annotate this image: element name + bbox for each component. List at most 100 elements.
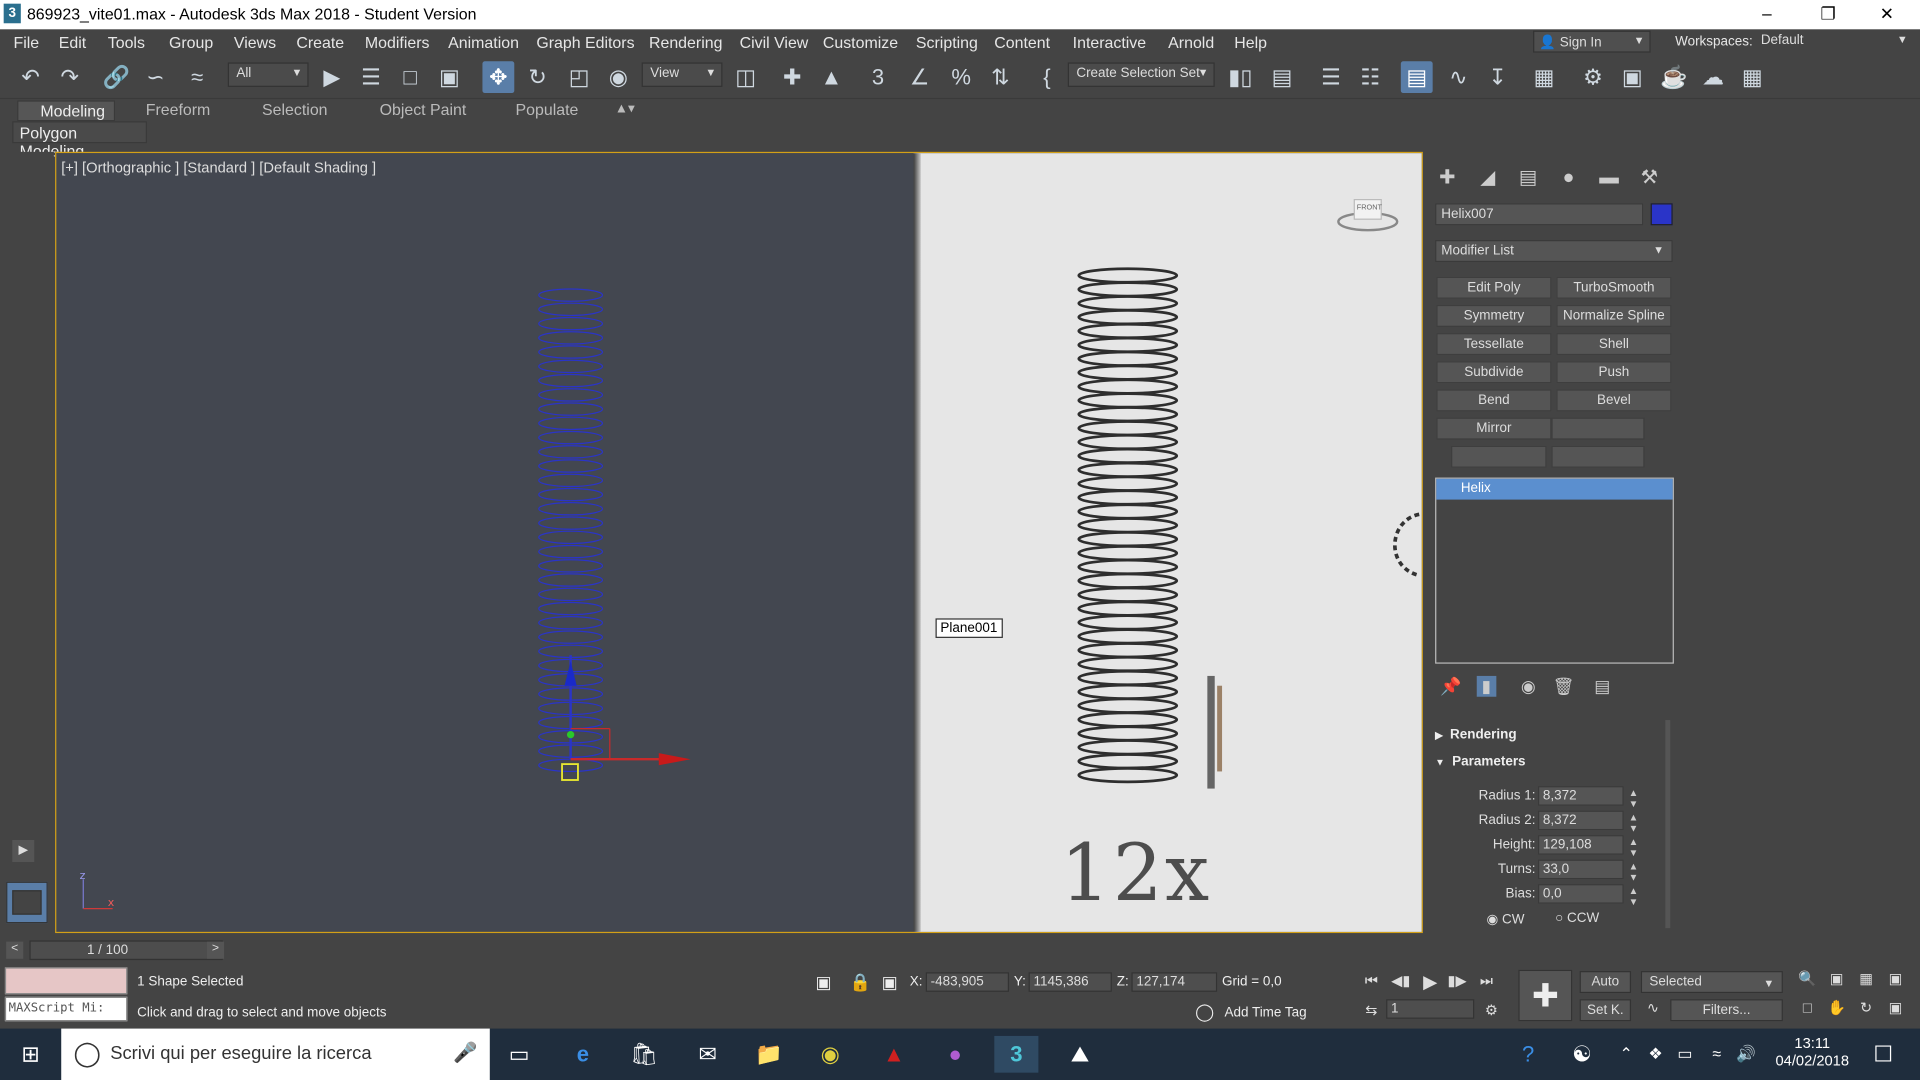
y-coord-field[interactable]: 1145,386 (1028, 972, 1112, 992)
viewport-label[interactable]: [+] [Orthographic ] [Standard ] [Default… (61, 159, 376, 176)
modifier-button-edit-poly[interactable]: Edit Poly (1436, 276, 1552, 299)
key-filter-dropdown[interactable]: Selected ▼ (1640, 971, 1783, 994)
param-value-field[interactable]: 0,0 (1537, 884, 1624, 904)
material-editor-icon[interactable]: ▦ (1528, 61, 1560, 93)
polygon-modeling-panel[interactable]: Polygon Modeling (12, 121, 147, 160)
zoom-icon[interactable]: 🔍 (1795, 970, 1819, 992)
acrobat-icon[interactable]: ▲ (872, 1036, 916, 1073)
named-selection-set-dropdown[interactable]: Create Selection Set ▼ (1067, 62, 1215, 87)
modifier-list-dropdown[interactable]: Modifier List ▼ (1435, 240, 1673, 263)
select-object-icon[interactable]: ▶ (316, 61, 348, 93)
menu-content[interactable]: Content (994, 33, 1050, 51)
tab-modeling[interactable]: Modeling (17, 100, 116, 122)
tab-selection[interactable]: Selection (262, 100, 327, 118)
ribbon-options-icon[interactable]: ▲▾ (615, 100, 635, 117)
next-frame-icon[interactable]: ▮▶ (1445, 972, 1469, 994)
reference-coordinate-dropdown[interactable]: View ▼ (641, 62, 723, 87)
redo-icon[interactable]: ↷ (54, 61, 86, 93)
viewport[interactable]: [+] [Orthographic ] [Standard ] [Default… (55, 151, 1423, 934)
param-value-field[interactable]: 8,372 (1537, 786, 1624, 806)
maxscript-mini-listener[interactable]: MAXScript Mi: (4, 996, 128, 1022)
filters-button[interactable]: Filters... (1670, 999, 1783, 1022)
select-and-place-icon[interactable]: ◉ (602, 61, 634, 93)
select-and-move-icon[interactable]: ✥ (482, 61, 515, 94)
zoom-all-icon[interactable]: ▣ (1825, 970, 1849, 992)
maxscript-listener-pink[interactable] (4, 967, 128, 995)
menu-create[interactable]: Create (296, 33, 344, 51)
curve-editor-icon[interactable]: ∿ (1442, 61, 1474, 93)
menu-rendering[interactable]: Rendering (649, 33, 722, 51)
show-end-result-icon[interactable]: ▮ (1476, 675, 1496, 697)
expand-layout-icon[interactable]: ▶ (12, 840, 35, 863)
time-prev-button[interactable]: < (6, 941, 24, 959)
snaps-toggle-icon[interactable]: 3 (862, 61, 894, 93)
helix-object[interactable] (522, 288, 718, 790)
taskbar-search-box[interactable]: ◯ Scrivi qui per eseguire la ricerca 🎤 (61, 1028, 490, 1080)
action-center-icon[interactable]: ☐ (1861, 1036, 1905, 1073)
set-key-button[interactable]: Set K. (1579, 999, 1632, 1022)
workspace-dropdown[interactable]: Default ▼ (1755, 30, 1913, 53)
bind-space-warp-icon[interactable]: ≈ (181, 61, 213, 93)
undo-icon[interactable]: ↶ (15, 61, 47, 93)
menu-help[interactable]: Help (1234, 33, 1267, 51)
file-explorer-icon[interactable]: 📁 (747, 1036, 791, 1073)
rectangular-selection-icon[interactable]: □ (394, 61, 426, 93)
parameters-rollout[interactable]: ▼ Parameters (1435, 754, 1665, 776)
play-icon[interactable]: ▶ (1418, 971, 1442, 993)
zoom-extents-icon[interactable]: ▦ (1854, 970, 1878, 992)
minimize-button[interactable]: – (1739, 0, 1795, 29)
utilities-tab-icon[interactable]: ⚒ (1635, 164, 1664, 193)
microphone-icon[interactable]: 🎤 (453, 1041, 477, 1065)
render-shortcuts-icon[interactable]: ▦ (1736, 61, 1768, 93)
remove-modifier-icon[interactable]: 🗑 (1553, 676, 1575, 697)
configure-modifier-sets-icon[interactable]: ▤ (1594, 676, 1610, 697)
command-panel-scrollbar[interactable] (1665, 720, 1671, 929)
time-next-button[interactable]: > (206, 941, 225, 959)
tab-object-paint[interactable]: Object Paint (380, 100, 467, 118)
spinner-snap-icon[interactable]: ⇅ (984, 61, 1016, 93)
set-key-icon[interactable]: ✚ (1518, 969, 1573, 1022)
task-view-icon[interactable]: ▭ (497, 1036, 541, 1073)
reference-image-plane[interactable]: 12x (913, 153, 1422, 932)
align-icon[interactable]: ▤ (1266, 61, 1298, 93)
time-slider[interactable]: < 1 / 100 > (6, 940, 225, 961)
modifier-button-subdivide[interactable]: Subdivide (1436, 361, 1552, 384)
select-by-name-icon[interactable]: ☰ (355, 61, 387, 93)
menu-interactive[interactable]: Interactive (1073, 33, 1146, 51)
current-frame-field[interactable]: 1 (1386, 999, 1475, 1019)
menu-graph-editors[interactable]: Graph Editors (536, 33, 634, 51)
render-production-icon[interactable]: ☕ (1658, 61, 1690, 93)
modifier-button-mirror[interactable]: Mirror (1436, 417, 1552, 440)
menu-file[interactable]: File (13, 33, 39, 51)
volume-icon[interactable]: 🔊 (1724, 1036, 1768, 1073)
edge-browser-icon[interactable]: e (561, 1036, 605, 1073)
close-button[interactable]: ✕ (1859, 0, 1915, 29)
spinner-icon[interactable]: ▲ ▼ (1629, 836, 1639, 858)
clock[interactable]: 13:11 04/02/2018 (1763, 1035, 1861, 1069)
3ds-max-taskbar-icon[interactable]: 3 (994, 1035, 1039, 1073)
modifier-button-push[interactable]: Push (1556, 361, 1672, 384)
menu-views[interactable]: Views (234, 33, 276, 51)
modifier-button-bend[interactable]: Bend (1436, 389, 1552, 412)
spinner-icon[interactable]: ▲ ▼ (1629, 787, 1639, 809)
absolute-mode-icon[interactable]: ▣ (882, 972, 898, 993)
modifier-button-tessellate[interactable]: Tessellate (1436, 333, 1552, 356)
scene-explorer-icon[interactable]: ☰ (1315, 61, 1347, 93)
menu-tools[interactable]: Tools (108, 33, 145, 51)
display-tab-icon[interactable]: ▬ (1594, 164, 1623, 193)
stack-item-helix[interactable]: Helix (1436, 478, 1673, 500)
render-setup-icon[interactable]: ⚙ (1577, 61, 1609, 93)
pin-stack-icon[interactable]: 📌 (1440, 676, 1461, 697)
hierarchy-tab-icon[interactable]: ▤ (1513, 164, 1542, 193)
modifier-stack[interactable]: Helix (1435, 477, 1674, 664)
make-unique-icon[interactable]: ◉ (1521, 676, 1536, 697)
object-name-field[interactable]: Helix007 (1435, 203, 1644, 226)
edit-named-selection-icon[interactable]: { (1031, 61, 1063, 93)
key-mode-toggle-icon[interactable]: ⇆ (1359, 1002, 1383, 1024)
modifier-button-bevel[interactable]: Bevel (1556, 389, 1672, 412)
modify-tab-icon[interactable]: ◢ (1473, 164, 1502, 193)
menu-group[interactable]: Group (169, 33, 213, 51)
ccw-radio[interactable]: ○ CCW (1555, 911, 1599, 926)
lock-selection-icon[interactable]: 🔒 (850, 972, 871, 993)
windows-start-icon[interactable]: ⊞ (9, 1036, 53, 1073)
